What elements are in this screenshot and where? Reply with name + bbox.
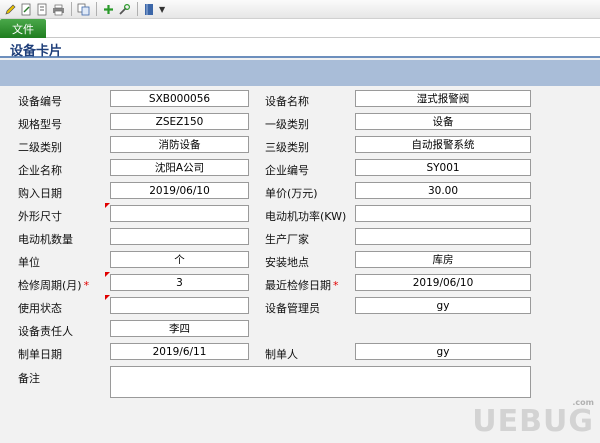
inspect-cycle-label-text: 检修周期(月) xyxy=(18,279,82,292)
toolbar-separator xyxy=(71,2,72,16)
print-icon[interactable] xyxy=(51,2,65,16)
inspect-cycle-label: 检修周期(月) * xyxy=(18,277,89,293)
motor-count-label: 电动机数量 xyxy=(18,233,73,246)
edit-document-icon[interactable] xyxy=(19,2,33,16)
device-card-form: 设备编号 SXB000056 设备名称 湿式报警阀 规格型号 ZSEZ150 一… xyxy=(0,86,600,443)
remarks-label: 备注 xyxy=(18,372,40,385)
device-manager-label: 设备管理员 xyxy=(265,302,320,315)
creator-field[interactable]: gy xyxy=(355,343,531,360)
device-name-field[interactable]: 湿式报警阀 xyxy=(355,90,531,107)
last-inspect-label-text: 最近检修日期 xyxy=(265,279,331,292)
category2-field[interactable]: 消防设备 xyxy=(110,136,249,153)
watermark-text: UEBUG xyxy=(472,404,594,439)
toolbar-separator xyxy=(96,2,97,16)
motor-count-field[interactable] xyxy=(110,228,249,245)
manufacturer-label: 生产厂家 xyxy=(265,233,309,246)
motor-power-field[interactable] xyxy=(355,205,531,222)
category3-label: 三级类别 xyxy=(265,141,309,154)
header-strip xyxy=(0,60,600,86)
required-star: * xyxy=(83,279,90,292)
toolbar-separator xyxy=(137,2,138,16)
inspect-cycle-field[interactable]: 3 xyxy=(110,274,249,291)
unit-field[interactable]: 个 xyxy=(110,251,249,268)
document-icon[interactable] xyxy=(35,2,49,16)
watermark-logo: UEBUG .com xyxy=(472,398,594,439)
menu-bar: 文件 xyxy=(0,19,600,38)
copy-icon[interactable] xyxy=(76,2,90,16)
last-inspect-label: 最近检修日期 * xyxy=(265,277,339,293)
install-site-label: 安装地点 xyxy=(265,256,309,269)
category3-field[interactable]: 自动报警系统 xyxy=(355,136,531,153)
category1-field[interactable]: 设备 xyxy=(355,113,531,130)
add-icon[interactable] xyxy=(101,2,115,16)
purchase-date-field[interactable]: 2019/06/10 xyxy=(110,182,249,199)
category2-label: 二级类别 xyxy=(18,141,62,154)
chevron-down-icon[interactable]: ▼ xyxy=(159,5,165,14)
dimensions-label: 外形尺寸 xyxy=(18,210,62,223)
device-no-label: 设备编号 xyxy=(18,95,62,108)
toolbar: ▼ xyxy=(0,0,600,19)
pencil-icon[interactable] xyxy=(3,2,17,16)
motor-power-label: 电动机功率(KW) xyxy=(265,210,347,223)
usage-status-field[interactable] xyxy=(110,297,249,314)
purchase-date-label: 购入日期 xyxy=(18,187,62,200)
category1-label: 一级类别 xyxy=(265,118,309,131)
responsible-label: 设备责任人 xyxy=(18,325,73,338)
required-star: * xyxy=(333,279,339,292)
created-date-field[interactable]: 2019/6/11 xyxy=(110,343,249,360)
device-manager-field[interactable]: gy xyxy=(355,297,531,314)
company-no-field[interactable]: SY001 xyxy=(355,159,531,176)
device-no-field[interactable]: SXB000056 xyxy=(110,90,249,107)
file-menu[interactable]: 文件 xyxy=(0,19,46,38)
book-icon[interactable] xyxy=(142,2,156,16)
title-bar: 设备卡片 xyxy=(0,38,600,59)
watermark-sub: .com xyxy=(572,398,594,407)
company-name-field[interactable]: 沈阳A公司 xyxy=(110,159,249,176)
tools-icon[interactable] xyxy=(117,2,131,16)
created-date-label: 制单日期 xyxy=(18,348,62,361)
remarks-field[interactable] xyxy=(110,366,531,398)
unit-label: 单位 xyxy=(18,256,40,269)
dimensions-field[interactable] xyxy=(110,205,249,222)
usage-status-label: 使用状态 xyxy=(18,302,62,315)
manufacturer-field[interactable] xyxy=(355,228,531,245)
model-field[interactable]: ZSEZ150 xyxy=(110,113,249,130)
device-name-label: 设备名称 xyxy=(265,95,309,108)
page-title: 设备卡片 xyxy=(10,44,63,59)
install-site-field[interactable]: 库房 xyxy=(355,251,531,268)
creator-label: 制单人 xyxy=(265,348,298,361)
company-name-label: 企业名称 xyxy=(18,164,62,177)
model-label: 规格型号 xyxy=(18,118,62,131)
unit-price-label: 单价(万元) xyxy=(265,187,318,200)
last-inspect-field[interactable]: 2019/06/10 xyxy=(355,274,531,291)
unit-price-field[interactable]: 30.00 xyxy=(355,182,531,199)
responsible-field[interactable]: 李四 xyxy=(110,320,249,337)
company-no-label: 企业编号 xyxy=(265,164,309,177)
